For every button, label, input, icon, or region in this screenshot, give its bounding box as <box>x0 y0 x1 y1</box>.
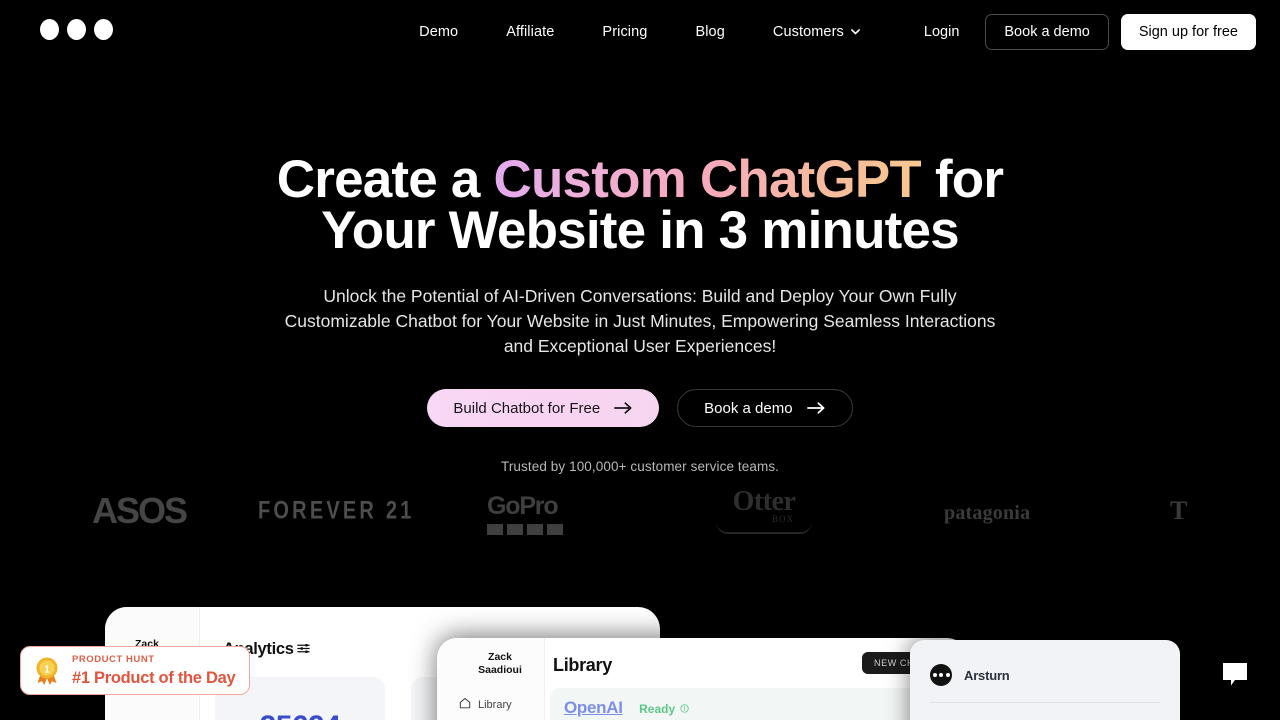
customer-logo-strip: ASOS FOREVER 21 GoPro Otter BOX patagoni… <box>0 486 1280 546</box>
top-navigation-bar: Demo Affiliate Pricing Blog Customers Lo… <box>0 0 1280 64</box>
library-entry-row[interactable]: OpenAI Ready https://help.openai.com <box>550 688 950 720</box>
library-user-last: Saadioui <box>478 664 522 676</box>
divider <box>930 702 1160 703</box>
otter-swoosh-icon <box>716 522 812 534</box>
sidebar-item-library-label: Library <box>478 698 512 711</box>
brand-logo-gopro-label: GoPro <box>487 492 559 520</box>
chat-widget-mockup: Arsturn <box>910 640 1180 720</box>
home-icon <box>459 697 471 712</box>
sign-up-for-free-button[interactable]: Sign up for free <box>1120 14 1256 50</box>
chat-bubble-icon[interactable] <box>1222 662 1248 687</box>
product-hunt-texts: PRODUCT HUNT #1 Product of the Day <box>72 654 236 687</box>
gopro-bars-icon <box>487 524 563 535</box>
nav-link-demo[interactable]: Demo <box>395 18 482 46</box>
library-user-name: Zack Saadioui <box>465 651 535 677</box>
info-icon[interactable] <box>679 700 689 717</box>
page-title: Create a Custom ChatGPT for Your Website… <box>0 153 1280 257</box>
library-entry-name[interactable]: OpenAI <box>564 698 623 717</box>
arrow-right-icon <box>806 401 826 415</box>
build-chatbot-for-free-button[interactable]: Build Chatbot for Free <box>427 389 660 427</box>
hero-section: Create a Custom ChatGPT for Your Website… <box>0 0 1280 474</box>
nav-link-customers[interactable]: Customers <box>749 18 885 46</box>
brand-logo-patagonia: patagonia <box>944 502 1031 524</box>
brand-logo-forever21: FOREVER 21 <box>258 497 415 525</box>
brand-logo-asos: ASOS <box>92 490 188 531</box>
nav-link-blog-label: Blog <box>695 24 725 40</box>
nav-actions: Login Book a demo Sign up for free <box>910 14 1256 50</box>
hero-book-demo-label: Book a demo <box>704 399 793 417</box>
avatar <box>930 664 952 686</box>
product-hunt-badge[interactable]: 1 PRODUCT HUNT #1 Product of the Day <box>20 646 250 695</box>
sidebar-item-library[interactable]: Library <box>459 697 512 712</box>
brand-logo-partial: T <box>1170 496 1188 525</box>
library-panel-mockup: Zack Saadioui Library Library NEW CHAT O… <box>437 638 967 720</box>
nav-link-pricing-label: Pricing <box>602 24 648 40</box>
status-badge: Ready <box>639 702 676 716</box>
medal-icon: 1 <box>33 656 61 686</box>
chat-widget-header: Arsturn <box>910 640 1180 686</box>
nav-link-pricing[interactable]: Pricing <box>578 18 671 46</box>
chevron-down-icon <box>850 26 861 37</box>
brand-logo-gopro: GoPro <box>487 492 563 535</box>
product-hunt-kicker: PRODUCT HUNT <box>72 654 155 665</box>
hero-book-a-demo-button[interactable]: Book a demo <box>677 389 853 427</box>
chat-bot-name: Arsturn <box>964 667 1010 683</box>
nav-link-affiliate-label: Affiliate <box>506 24 555 40</box>
book-a-demo-button[interactable]: Book a demo <box>985 14 1109 50</box>
nav-link-demo-label: Demo <box>419 24 459 40</box>
login-link[interactable]: Login <box>910 24 973 40</box>
product-hunt-title: #1 Product of the Day <box>72 668 236 687</box>
nav-link-affiliate[interactable]: Affiliate <box>482 18 578 46</box>
svg-text:1: 1 <box>44 664 50 675</box>
build-chatbot-label: Build Chatbot for Free <box>453 399 601 417</box>
hero-cta-row: Build Chatbot for Free Book a demo <box>0 389 1280 427</box>
analytics-metric-primary: 25694 <box>260 710 341 720</box>
arrow-right-icon <box>614 401 633 415</box>
library-user-first: Zack <box>488 651 512 663</box>
hero-subheading: Unlock the Potential of AI-Driven Conver… <box>284 286 996 356</box>
filter-settings-icon[interactable] <box>297 642 310 660</box>
headline-line-2: Your Website in 3 minutes <box>321 201 960 260</box>
nav-link-customers-label: Customers <box>772 24 844 40</box>
trusted-by-text: Trusted by 100,000+ customer service tea… <box>500 459 780 474</box>
brand-logo-otterbox: Otter BOX <box>716 486 812 534</box>
nav-link-blog[interactable]: Blog <box>671 18 748 46</box>
library-title: Library <box>553 655 612 675</box>
